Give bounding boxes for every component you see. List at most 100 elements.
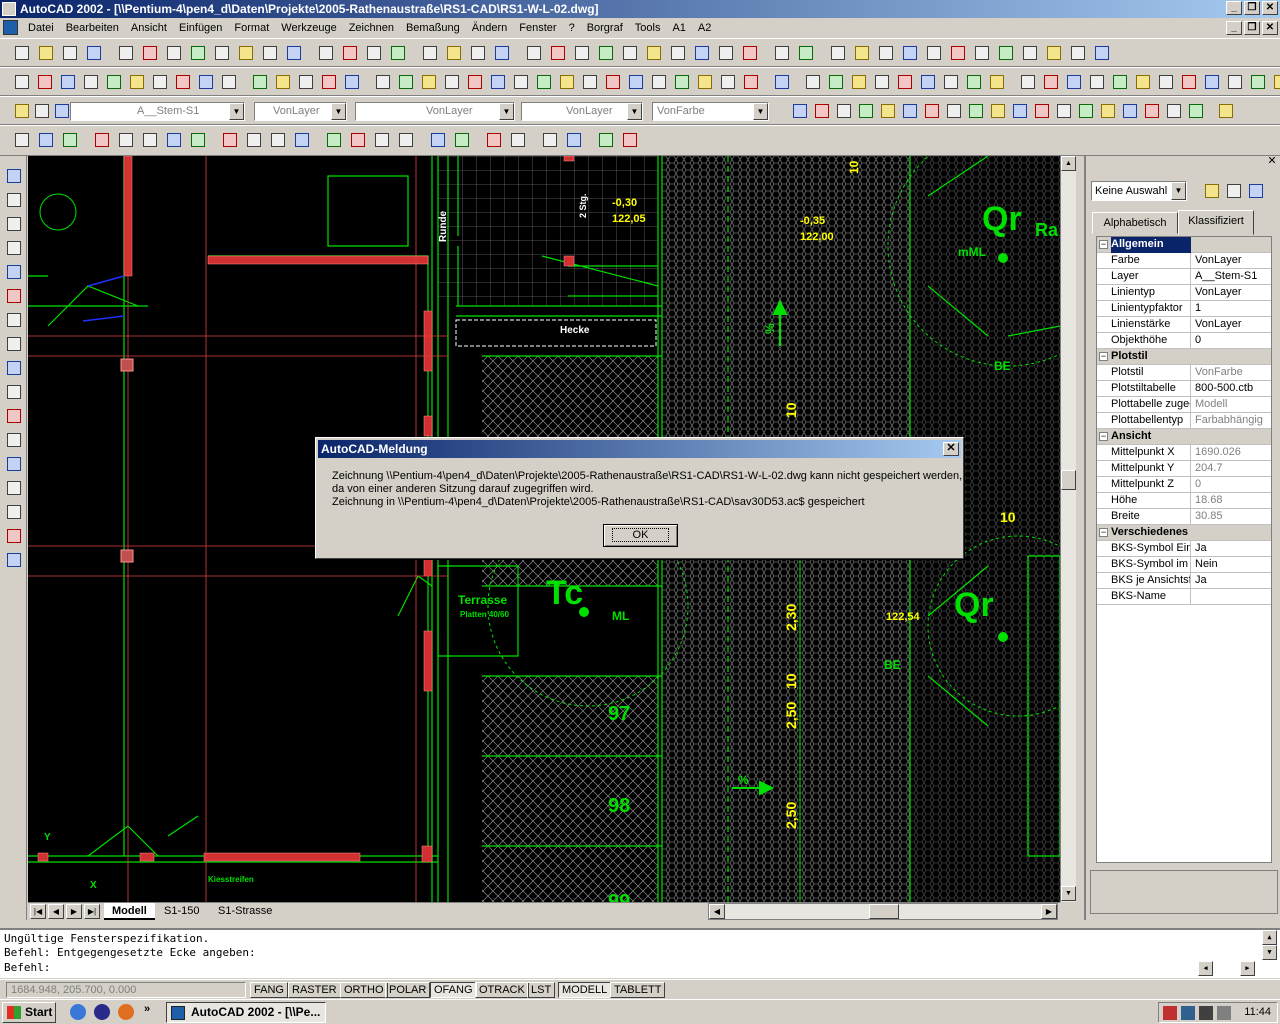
mediaplayer-quicklaunch-icon[interactable] [94,1004,110,1020]
property-row[interactable]: BKS-Symbol Ein Ja [1097,541,1271,557]
autocad-app-icon[interactable] [2,2,16,16]
toolbar-tool-icon[interactable] [12,130,30,148]
doc-restore-button[interactable]: ❐ [1244,21,1260,35]
toolbar-tool-icon[interactable] [173,72,191,90]
property-value[interactable]: 1 [1193,301,1271,317]
layer-dropdown[interactable]: A__Stem-S1 ▼ [70,102,245,121]
property-value[interactable]: 204.7 [1193,461,1271,477]
property-value[interactable]: 30.85 [1193,509,1271,525]
toolbar-tool-icon[interactable] [1044,43,1062,61]
collapse-icon[interactable]: − [1099,528,1108,537]
toolbar-tool-icon[interactable] [284,43,302,61]
property-category[interactable]: − Plotstil [1097,349,1271,365]
menu-format[interactable]: Format [228,19,275,37]
toolbar-tool-icon[interactable] [104,72,122,90]
menu-bearbeiten[interactable]: Bearbeiten [60,19,125,37]
property-row[interactable]: Plotstiltabelle 800-500.ctb [1097,381,1271,397]
toolbar-tool-icon[interactable] [803,72,821,90]
toolbar-tool-icon[interactable] [268,130,286,148]
property-row[interactable]: Layer A__Stem-S1 [1097,269,1271,285]
toolbar-tool-icon[interactable] [1186,101,1204,119]
menu-aendern[interactable]: Ändern [466,19,513,37]
toolbar-tool-icon[interactable] [428,130,446,148]
property-value[interactable]: Farbabhängig [1193,413,1271,429]
toolbar-tool-icon[interactable] [941,72,959,90]
ie-quicklaunch-icon[interactable] [70,1004,86,1020]
color-dropdown[interactable]: VonLayer ▼ [254,102,347,121]
toolbar-tool-icon[interactable] [1202,72,1220,90]
dimension-tool-icon[interactable] [4,238,22,256]
toolbar-tool-icon[interactable] [852,43,870,61]
toolbar-tool-icon[interactable] [948,43,966,61]
toolbar-tool-icon[interactable] [60,43,78,61]
collapse-icon[interactable]: − [1099,432,1108,441]
command-window[interactable]: Ungültige Fensterspezifikation. Befehl: … [0,928,1280,978]
toolbar-tool-icon[interactable] [1248,72,1266,90]
lineweight-dropdown[interactable]: VonLayer ▼ [521,102,643,121]
toolbar-tool-icon[interactable] [966,101,984,119]
toolbar-tool-icon[interactable] [52,101,70,119]
property-value[interactable]: VonLayer [1193,317,1271,333]
property-value[interactable]: Modell [1193,397,1271,413]
toolbar-tool-icon[interactable] [1225,72,1243,90]
toolbar-tool-icon[interactable] [488,72,506,90]
property-value[interactable] [1193,589,1271,605]
menu-bemassung[interactable]: Bemaßung [400,19,466,37]
toolbar-tool-icon[interactable] [1110,72,1128,90]
toolbar-tool-icon[interactable] [603,72,621,90]
menu-borgraf[interactable]: Borgraf [581,19,629,37]
toolbar-tool-icon[interactable] [564,130,582,148]
quick-select-icon[interactable] [1202,181,1220,199]
chevron-down-icon[interactable]: ▼ [499,103,514,120]
toolbar-tool-icon[interactable] [1010,101,1028,119]
tray-app-icon[interactable] [1163,1006,1177,1020]
toolbar-tool-icon[interactable] [856,101,874,119]
toolbar-tool-icon[interactable] [316,43,334,61]
toolbar-tool-icon[interactable] [620,43,638,61]
menu-help[interactable]: ? [563,19,581,37]
toolbar-tool-icon[interactable] [718,72,736,90]
toolbar-tool-icon[interactable] [972,43,990,61]
property-row[interactable]: Linientypfaktor 1 [1097,301,1271,317]
toolbar-tool-icon[interactable] [396,72,414,90]
toolbar-tool-icon[interactable] [452,130,470,148]
toolbar-tool-icon[interactable] [918,72,936,90]
property-value[interactable]: 1690.026 [1193,445,1271,461]
toolbar-tool-icon[interactable] [1032,101,1050,119]
toolbar-tool-icon[interactable] [273,72,291,90]
chevron-down-icon[interactable]: ▼ [627,103,642,120]
property-value[interactable]: Nein [1193,557,1271,573]
toolbar-tool-icon[interactable] [188,130,206,148]
toolbar-tool-icon[interactable] [580,72,598,90]
property-row[interactable]: Farbe VonLayer [1097,253,1271,269]
toolbar-tool-icon[interactable] [716,43,734,61]
toolbar-tool-icon[interactable] [1020,43,1038,61]
property-value[interactable]: VonFarbe [1193,365,1271,381]
toolbar-tool-icon[interactable] [212,43,230,61]
toolbar-tool-icon[interactable] [60,130,78,148]
toolbar-tool-icon[interactable] [372,130,390,148]
scroll-right-button[interactable]: ▶ [1041,904,1057,919]
property-value[interactable]: 0 [1193,333,1271,349]
menu-werkzeuge[interactable]: Werkzeuge [275,19,342,37]
toolbar-tool-icon[interactable] [996,43,1014,61]
property-row[interactable]: Linienstärke VonLayer [1097,317,1271,333]
toolbar-tool-icon[interactable] [649,72,667,90]
toolbar-tool-icon[interactable] [84,43,102,61]
dimension-tool-icon[interactable] [4,190,22,208]
tab-first-button[interactable]: |◀ [30,904,46,919]
toolbar-tool-icon[interactable] [32,101,50,119]
toolbar-tool-icon[interactable] [468,43,486,61]
dimension-tool-icon[interactable] [4,382,22,400]
scroll-down-button[interactable]: ▼ [1061,886,1076,901]
toolbar-tool-icon[interactable] [740,43,758,61]
start-button[interactable]: Start [2,1002,56,1023]
chevron-down-icon[interactable]: ▼ [229,103,244,120]
toolbar-tool-icon[interactable] [668,43,686,61]
ok-button[interactable]: OK [603,524,678,547]
cmd-scroll-up-button[interactable]: ▲ [1262,930,1277,945]
chevron-down-icon[interactable]: ▼ [1171,182,1186,200]
pickadd-toggle-icon[interactable] [1246,181,1264,199]
dimension-tool-icon[interactable] [4,262,22,280]
close-button[interactable]: ✕ [1262,1,1278,15]
